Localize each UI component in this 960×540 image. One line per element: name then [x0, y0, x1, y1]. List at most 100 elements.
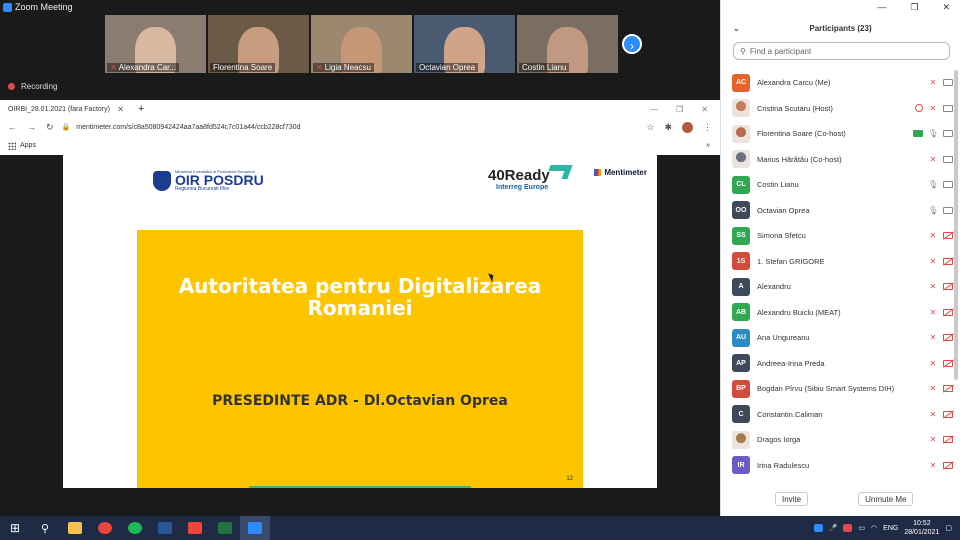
participant-row[interactable]: IR Irina Radulescu ✕	[721, 453, 953, 479]
oir-posdru-logo: Ministerul Investițiilor și Proiectelor …	[153, 169, 264, 192]
thumbnail-name-text: Octavian Oprea	[419, 63, 476, 72]
forward-icon[interactable]: →	[27, 122, 36, 133]
participant-row[interactable]: AU Ana Ungureanu ✕	[721, 325, 953, 351]
new-tab-icon[interactable]: +	[138, 103, 144, 115]
window-titlebar: Zoom Meeting	[0, 0, 720, 14]
bookmarks-more-icon[interactable]: »	[706, 142, 710, 149]
url-text: mentimeter.com/s/c8a5080942424aa7aa8fd52…	[76, 123, 301, 131]
bookmark-apps[interactable]: Apps	[20, 142, 36, 149]
zoom-main-area: Zoom Meeting ✕ Alexandra Car... Florentina…	[0, 0, 720, 516]
muted-mic-icon: ✕	[110, 63, 117, 72]
muted-mic-icon: ✕	[929, 78, 937, 88]
bookmarks-bar: Apps »	[0, 136, 720, 155]
participant-row[interactable]: Marius Hărătău (Co-host) ✕	[721, 147, 953, 173]
collapse-chevron-icon[interactable]: ⌄	[733, 24, 740, 33]
address-bar: ← → ↻ 🔒 mentimeter.com/s/c8a5080942424aa…	[0, 118, 720, 136]
extensions-icon[interactable]: ✱	[664, 122, 672, 133]
word-taskbar-icon[interactable]	[150, 516, 180, 540]
browser-window-controls: — ❐ ✕	[650, 105, 720, 114]
participant-row[interactable]: AP Andreea-Irina Preda ✕	[721, 351, 953, 377]
video-thumbnail[interactable]: Octavian Oprea	[414, 15, 515, 73]
close-icon[interactable]: ✕	[942, 2, 950, 13]
participant-name: Florentina Soare (Co-host)	[757, 129, 846, 139]
participant-search-input[interactable]: ⚲ Find a participant	[733, 42, 950, 60]
excel-taskbar-icon[interactable]	[210, 516, 240, 540]
zoom-tray-icon[interactable]	[813, 524, 823, 532]
mic-icon: 🎙	[928, 205, 939, 215]
language-indicator[interactable]: ENG	[883, 525, 898, 532]
muted-mic-icon: ✕	[929, 358, 937, 368]
back-icon[interactable]: ←	[8, 122, 17, 133]
participant-name: Constantin.Caliman	[757, 409, 823, 419]
participant-row[interactable]: C Constantin.Caliman ✕	[721, 402, 953, 428]
notifications-icon[interactable]: ▢	[945, 524, 952, 532]
reload-icon[interactable]: ↻	[46, 122, 54, 133]
participant-name: Bogdan Pîrvu (Sibiu Smart Systems DIH)	[757, 384, 895, 394]
slide-subheading: PRESEDINTE ADR - Dl.Octavian Oprea	[212, 393, 508, 409]
anydesk-taskbar-icon[interactable]	[180, 516, 210, 540]
next-page-icon[interactable]: ›	[622, 34, 642, 54]
star-icon[interactable]: ☆	[646, 122, 654, 133]
anydesk-tray-icon[interactable]	[843, 524, 853, 532]
profile-avatar[interactable]	[682, 121, 693, 133]
participant-row[interactable]: A Alexandru ✕	[721, 274, 953, 300]
participant-name: Irina Radulescu	[757, 460, 810, 470]
mic-icon: 🎙	[928, 180, 939, 190]
participant-row[interactable]: Florentina Soare (Co-host) 🎙	[721, 121, 953, 147]
participant-row[interactable]: Cristina Scutaru (Host) ✕	[721, 96, 953, 122]
restore-icon[interactable]: ❐	[910, 2, 918, 13]
mic-tray-icon[interactable]: 🎤	[829, 524, 838, 532]
video-thumbnail[interactable]: ✕ Alexandra Car...	[105, 15, 206, 73]
muted-mic-icon: ✕	[929, 333, 937, 343]
tab-close-icon[interactable]: ✕	[117, 105, 124, 114]
video-off-icon	[943, 283, 953, 291]
participant-row[interactable]: Dragos Iorga ✕	[721, 427, 953, 453]
clock[interactable]: 10:52 28/01/2021	[904, 519, 939, 537]
browser-tabbar: OIRBI_28.01.2021 (fara Factory) ✕ + — ❐ …	[0, 100, 720, 118]
menu-icon[interactable]: ⋮	[703, 122, 712, 133]
crest-icon	[153, 170, 171, 191]
participant-status-icons: ✕	[928, 78, 953, 87]
minimize-icon[interactable]: —	[650, 105, 658, 114]
participant-row[interactable]: BP Bogdan Pîrvu (Sibiu Smart Systems DIH)…	[721, 376, 953, 402]
participant-avatar: OO	[732, 201, 750, 220]
participant-row[interactable]: SS Simona Sfetcu ✕	[721, 223, 953, 249]
search-icon[interactable]: ⚲	[30, 516, 60, 540]
mic-icon: 🎙	[928, 129, 939, 139]
chrome-taskbar-icon[interactable]	[90, 516, 120, 540]
url-field[interactable]: 🔒 mentimeter.com/s/c8a5080942424aa7aa8fd…	[62, 123, 647, 132]
video-thumbnail[interactable]: ✕ Ligia Neacsu	[311, 15, 412, 73]
close-icon[interactable]: ✕	[701, 105, 708, 114]
browser-tab[interactable]: OIRBI_28.01.2021 (fara Factory) ✕	[0, 100, 132, 118]
clock-date: 28/01/2021	[904, 529, 940, 536]
participant-row[interactable]: CL Costin Lianu 🎙	[721, 172, 953, 198]
wifi-icon[interactable]: ◠	[871, 524, 877, 532]
participant-row[interactable]: AC Alexandra Carcu (Me) ✕	[721, 70, 953, 96]
file-explorer-taskbar-icon[interactable]	[60, 516, 90, 540]
minimize-icon[interactable]: —	[877, 2, 886, 12]
invite-button[interactable]: Invite	[775, 492, 809, 506]
participant-row[interactable]: OO Octavian Oprea 🎙	[721, 198, 953, 224]
muted-mic-icon: ✕	[929, 307, 937, 317]
spotify-taskbar-icon[interactable]	[120, 516, 150, 540]
participants-title: Participants (23)	[809, 23, 872, 33]
video-camera-icon	[943, 206, 953, 214]
participant-row[interactable]: AB Alexandru Buiclu (MEAT) ✕	[721, 300, 953, 326]
restore-icon[interactable]: ❐	[676, 105, 683, 114]
video-thumbnail[interactable]: Florentina Soare	[208, 15, 309, 73]
system-tray: 🎤 ▭ ◠ ENG 10:52 28/01/2021 ▢	[813, 519, 960, 537]
zoom-icon	[248, 522, 262, 534]
battery-icon[interactable]: ▭	[858, 524, 865, 532]
participant-avatar: IR	[732, 456, 750, 475]
participant-row[interactable]: 1S 1. Stefan GRIGORE ✕	[721, 249, 953, 275]
zoom-taskbar-icon[interactable]	[240, 516, 270, 540]
participant-avatar: 1S	[732, 252, 750, 271]
unmute-me-button[interactable]: Unmute Me	[858, 492, 914, 506]
participant-status-icons: ✕	[915, 104, 953, 113]
participant-list-scrollbar[interactable]	[954, 70, 958, 380]
windows-start-icon[interactable]: ⊞	[0, 521, 30, 535]
video-thumbnail[interactable]: Costin Lianu	[517, 15, 618, 73]
participant-name: 1. Stefan GRIGORE	[757, 256, 825, 266]
thumbnail-name-text: Costin Lianu	[522, 63, 567, 72]
participant-avatar: AU	[732, 328, 750, 347]
